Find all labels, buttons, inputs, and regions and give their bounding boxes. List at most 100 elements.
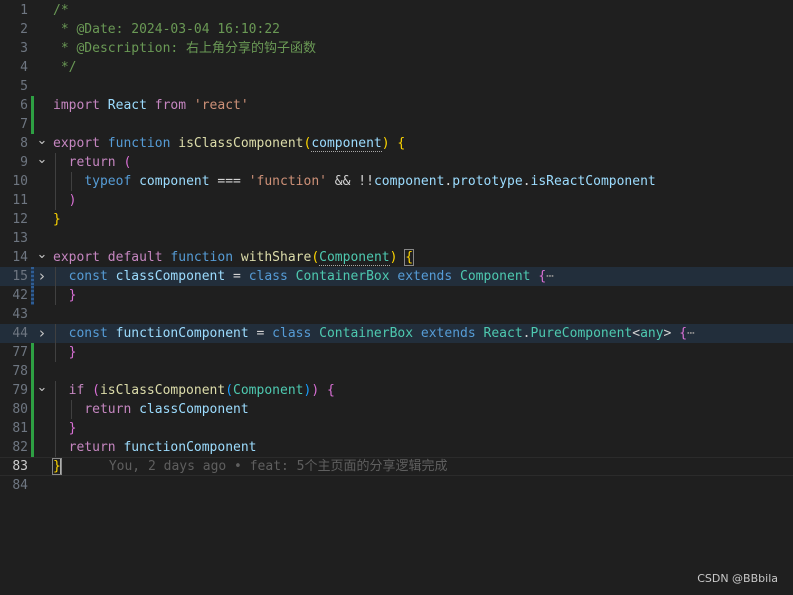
code-line[interactable]: 81 } bbox=[0, 419, 793, 438]
code-text[interactable]: } bbox=[53, 419, 76, 438]
code-text[interactable]: */ bbox=[53, 58, 77, 77]
code-line[interactable]: 77 } bbox=[0, 343, 793, 362]
diff-modified-marker[interactable] bbox=[31, 286, 34, 305]
code-line[interactable]: 4 */ bbox=[0, 58, 793, 77]
code-text[interactable]: if (isClassComponent(Component)) { bbox=[53, 381, 335, 400]
line-number: 84 bbox=[12, 478, 28, 493]
code-line[interactable]: 84 bbox=[0, 476, 793, 495]
code-token: { bbox=[397, 136, 406, 151]
code-editor[interactable]: 1/* 2 * @Date: 2024-03-04 16:10:22 3 * @De… bbox=[0, 0, 793, 595]
code-text[interactable]: } bbox=[53, 343, 76, 362]
diff-added-marker[interactable] bbox=[31, 419, 34, 438]
code-text[interactable]: } You, 2 days ago • feat: 5个主页面的分享逻辑完成 bbox=[52, 458, 448, 475]
code-text[interactable]: return functionComponent bbox=[53, 438, 257, 457]
diff-added-marker[interactable] bbox=[31, 381, 34, 400]
diff-added-marker[interactable] bbox=[31, 362, 34, 381]
git-blame-annotation: You, 2 days ago • feat: 5个主页面的分享逻辑完成 bbox=[108, 459, 448, 474]
code-text[interactable]: export function isClassComponent(compone… bbox=[53, 134, 405, 153]
fold-chevron-down-icon[interactable]: ⌄ bbox=[36, 134, 48, 147]
diff-added-marker[interactable] bbox=[31, 343, 34, 362]
code-text[interactable]: /* bbox=[53, 1, 69, 20]
fold-chevron-right-icon[interactable]: › bbox=[36, 267, 48, 286]
line-number: 3 bbox=[20, 41, 28, 56]
code-line[interactable]: 82 return functionComponent bbox=[0, 438, 793, 457]
code-text[interactable]: typeof component === 'function' && !!com… bbox=[53, 172, 656, 191]
code-token: PureComponent bbox=[530, 326, 633, 341]
code-text[interactable]: } bbox=[53, 286, 76, 305]
code-line[interactable]: 3 * @Description: 右上角分享的钩子函数 bbox=[0, 39, 793, 58]
code-line[interactable]: 44 › const functionComponent = class Cont… bbox=[0, 324, 793, 343]
code-line[interactable]: 1 /* bbox=[0, 1, 793, 20]
code-token: classComponent bbox=[115, 269, 226, 284]
code-line[interactable]: 78 bbox=[0, 362, 793, 381]
code-text[interactable]: } bbox=[53, 210, 61, 229]
code-line[interactable]: 11 ) bbox=[0, 191, 793, 210]
diff-added-marker[interactable] bbox=[31, 115, 34, 134]
code-token: prototype bbox=[452, 174, 523, 189]
code-token: export bbox=[53, 250, 100, 265]
diff-added-marker[interactable] bbox=[31, 96, 34, 115]
code-line[interactable]: 13 bbox=[0, 229, 793, 248]
code-line[interactable]: 6 import React from 'react' bbox=[0, 96, 793, 115]
diff-added-marker[interactable] bbox=[31, 400, 34, 419]
code-line[interactable]: 15 › const classComponent = class Contain… bbox=[0, 267, 793, 286]
code-line[interactable]: 79 ⌄ if (isClassComponent(Component)) { bbox=[0, 381, 793, 400]
code-text[interactable]: const classComponent = class ContainerBo… bbox=[53, 267, 554, 286]
code-line[interactable]: 10 typeof component === 'function' && !!… bbox=[0, 172, 793, 191]
fold-chevron-right-icon[interactable]: › bbox=[36, 324, 48, 343]
code-line[interactable]: 7 bbox=[0, 115, 793, 134]
code-token: function bbox=[107, 136, 171, 151]
line-number: 11 bbox=[12, 193, 28, 208]
code-text[interactable]: return ( bbox=[53, 153, 131, 172]
fold-chevron-down-icon[interactable]: ⌄ bbox=[36, 248, 48, 261]
code-token: = bbox=[225, 269, 249, 284]
fold-chevron-down-icon[interactable]: ⌄ bbox=[36, 381, 48, 394]
code-token: && !! bbox=[326, 174, 374, 189]
code-line[interactable]: 80 return classComponent bbox=[0, 400, 793, 419]
code-text[interactable]: export default function withShare(Compon… bbox=[53, 248, 415, 267]
line-number: 80 bbox=[12, 402, 28, 417]
code-text[interactable]: * @Date: 2024-03-04 16:10:22 bbox=[53, 20, 280, 39]
code-line[interactable]: 42 } bbox=[0, 286, 793, 305]
diff-added-marker[interactable] bbox=[31, 438, 34, 457]
code-text[interactable]: * @Description: 右上角分享的钩子函数 bbox=[53, 39, 316, 58]
code-line[interactable]: 2 * @Date: 2024-03-04 16:10:22 bbox=[0, 20, 793, 39]
code-line[interactable]: 8 ⌄ export function isClassComponent(compo… bbox=[0, 134, 793, 153]
code-token: === bbox=[209, 174, 249, 189]
code-line[interactable]: 12} bbox=[0, 210, 793, 229]
code-text[interactable]: import React from 'react' bbox=[53, 96, 249, 115]
code-text[interactable]: const functionComponent = class Containe… bbox=[53, 324, 695, 343]
code-token: ( bbox=[311, 250, 320, 265]
code-token: * @Description: 右上角分享的钩子函数 bbox=[53, 41, 317, 56]
code-token: isClassComponent bbox=[178, 136, 304, 151]
code-token: * @Date: 2024-03-04 16:10:22 bbox=[53, 22, 280, 37]
code-line[interactable]: 9 ⌄ return ( bbox=[0, 153, 793, 172]
code-token: } bbox=[68, 288, 77, 303]
code-line[interactable]: 14 ⌄ export default function withShare(Com… bbox=[0, 248, 793, 267]
code-line[interactable]: 5 bbox=[0, 77, 793, 96]
line-number: 5 bbox=[20, 79, 28, 94]
code-token: classComponent bbox=[139, 402, 249, 417]
code-line[interactable]: 43 bbox=[0, 305, 793, 324]
code-token: return bbox=[68, 440, 116, 455]
code-line[interactable]: 83} You, 2 days ago • feat: 5个主页面的分享逻辑完成 bbox=[0, 457, 793, 476]
indent-guide bbox=[55, 191, 56, 210]
code-text[interactable]: return classComponent bbox=[53, 400, 249, 419]
csdn-watermark: CSDN @BBbila bbox=[697, 572, 778, 585]
code-token: ( bbox=[123, 155, 132, 170]
diff-modified-marker[interactable] bbox=[31, 267, 34, 286]
fold-chevron-down-icon[interactable]: ⌄ bbox=[36, 153, 48, 166]
code-text[interactable]: ) bbox=[53, 191, 76, 210]
code-token: React bbox=[107, 98, 147, 113]
indent-guide bbox=[55, 324, 56, 343]
indent-guide bbox=[70, 172, 72, 191]
indent-guide bbox=[55, 267, 56, 286]
